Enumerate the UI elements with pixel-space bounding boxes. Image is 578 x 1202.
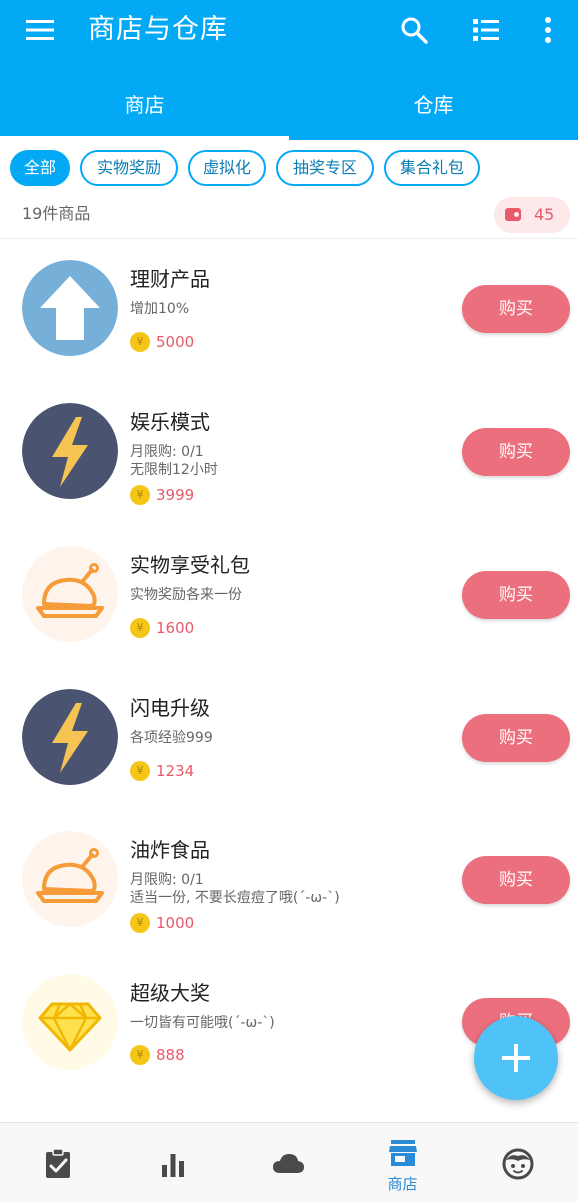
item-name: 超级大奖 — [130, 981, 210, 1005]
store-icon — [389, 1140, 417, 1166]
item-name: 娱乐模式 — [130, 410, 210, 434]
more-vert-icon[interactable] — [530, 12, 566, 48]
price-value: 5000 — [156, 333, 195, 351]
list-item[interactable]: 实物享受礼包 实物奖励各来一份 1600 购买 — [0, 526, 578, 668]
menu-icon[interactable] — [22, 12, 58, 48]
list-item[interactable]: 理财产品 增加10% 5000 购买 — [0, 240, 578, 382]
divider — [0, 238, 578, 239]
coin-balance: 45 — [534, 205, 555, 224]
coin-icon — [130, 761, 150, 781]
page-title: 商店与仓库 — [88, 14, 228, 45]
coin-icon — [130, 913, 150, 933]
nav-shop-label: 商店 — [387, 1175, 418, 1193]
chip-bundle[interactable]: 集合礼包 — [384, 150, 480, 186]
price-value: 1234 — [156, 762, 195, 780]
tab-warehouse[interactable]: 仓库 — [289, 76, 578, 140]
tab-bar: 商店 仓库 — [0, 76, 578, 140]
coin-balance-badge[interactable]: 45 — [494, 197, 570, 233]
list-item[interactable]: 娱乐模式 月限购: 0/1 无限制12小时 3999 购买 — [0, 383, 578, 525]
lightning-icon — [22, 403, 118, 499]
nav-tasks[interactable] — [0, 1123, 115, 1202]
price-value: 1000 — [156, 914, 195, 932]
item-name: 理财产品 — [130, 267, 210, 291]
buy-button[interactable]: 购买 — [462, 571, 570, 619]
diamond-icon — [22, 974, 118, 1070]
coin-icon — [130, 332, 150, 352]
item-desc: 增加10% — [130, 301, 190, 317]
tab-indicator — [0, 136, 289, 140]
coin-icon — [130, 1045, 150, 1065]
buy-button[interactable]: 购买 — [462, 856, 570, 904]
add-item-button[interactable] — [474, 1016, 558, 1100]
wallet-icon — [505, 208, 521, 221]
item-name: 实物享受礼包 — [130, 553, 250, 577]
item-name: 闪电升级 — [130, 696, 210, 720]
chip-virtual[interactable]: 虚拟化 — [188, 150, 266, 186]
list-item[interactable]: 闪电升级 各项经验999 1234 购买 — [0, 669, 578, 811]
clipboard-check-icon — [46, 1148, 70, 1178]
coin-icon — [130, 485, 150, 505]
item-desc-extra: 适当一份, 不要长痘痘了哦(´-ω-`) — [130, 890, 340, 906]
arrow-up-icon — [22, 260, 118, 356]
app-bar: 商店与仓库 商店 仓库 — [0, 0, 578, 140]
buy-button[interactable]: 购买 — [462, 714, 570, 762]
chip-all[interactable]: 全部 — [10, 150, 70, 186]
plus-icon — [502, 1044, 530, 1072]
price-value: 3999 — [156, 486, 195, 504]
bar-chart-icon — [162, 1154, 184, 1177]
tab-shop[interactable]: 商店 — [0, 76, 289, 140]
nav-cloud[interactable] — [230, 1123, 345, 1202]
item-count: 19件商品 — [22, 204, 91, 223]
face-icon — [502, 1148, 534, 1180]
price-value: 888 — [156, 1046, 185, 1064]
chip-physical-rewards[interactable]: 实物奖励 — [80, 150, 178, 186]
item-desc: 一切皆有可能哦(´-ω-`) — [130, 1015, 275, 1031]
item-desc-extra: 无限制12小时 — [130, 462, 218, 478]
buy-button[interactable]: 购买 — [462, 285, 570, 333]
search-icon[interactable] — [396, 12, 432, 48]
item-name: 油炸食品 — [130, 838, 210, 862]
list-item[interactable]: 油炸食品 月限购: 0/1 适当一份, 不要长痘痘了哦(´-ω-`) 1000 … — [0, 811, 578, 953]
item-desc: 各项经验999 — [130, 730, 213, 746]
lightning-icon — [22, 689, 118, 785]
bottom-nav: 商店 — [0, 1122, 578, 1202]
roast-chicken-icon — [22, 546, 118, 642]
price-value: 1600 — [156, 619, 195, 637]
cloud-icon — [273, 1154, 304, 1173]
item-desc: 实物奖励各来一份 — [130, 587, 242, 603]
coin-icon — [130, 618, 150, 638]
nav-shop[interactable]: 商店 — [345, 1123, 460, 1202]
nav-stats[interactable] — [115, 1123, 230, 1202]
roast-chicken-icon — [22, 831, 118, 927]
nav-profile[interactable] — [460, 1123, 575, 1202]
list-icon[interactable] — [468, 12, 504, 48]
buy-button[interactable]: 购买 — [462, 428, 570, 476]
chip-lottery[interactable]: 抽奖专区 — [276, 150, 374, 186]
filter-chips: 全部 实物奖励 虚拟化 抽奖专区 集合礼包 — [0, 150, 578, 188]
